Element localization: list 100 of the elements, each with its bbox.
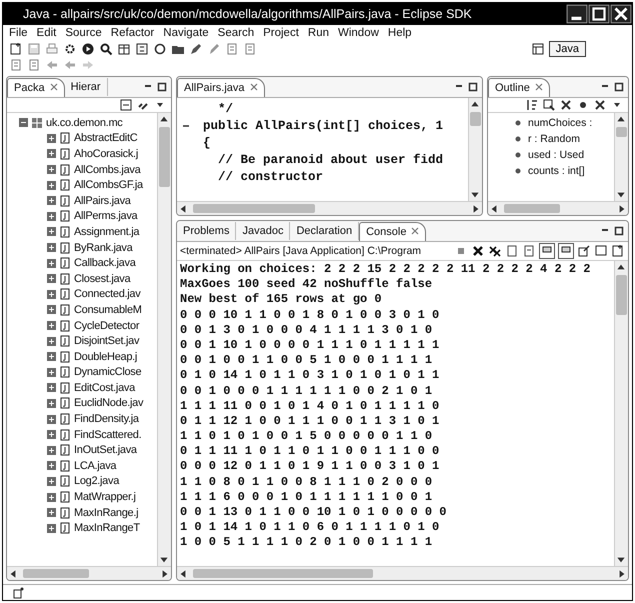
maximize-icon[interactable] [468,82,478,92]
hide-nonpublic-icon[interactable] [593,98,607,112]
fast-view-icon[interactable] [11,586,25,600]
minus-box-icon[interactable] [19,118,28,128]
plus-box-icon[interactable] [47,492,56,502]
tree-item[interactable]: ConsumableM [7,302,157,318]
tree-item[interactable]: MaxInRangeT [7,520,157,536]
panel-tab[interactable]: AllPairs.java [177,78,265,96]
hide-fields-icon[interactable] [559,98,573,112]
scroll-thumb[interactable] [616,275,627,315]
plus-box-icon[interactable] [47,305,56,314]
scroll-thumb[interactable] [504,204,560,213]
tree-item[interactable]: uk.co.demon.mc [7,115,157,131]
outline-item[interactable]: used : Used [528,149,584,161]
plus-box-icon[interactable] [47,227,56,236]
search-icon[interactable] [99,42,113,56]
tree-item[interactable]: AllPairs.java [7,192,157,209]
tree-item[interactable]: AllPerms.java [7,208,157,224]
menu-item[interactable]: Refactor [110,27,154,39]
panel-tab[interactable]: Javadoc [236,222,290,240]
maximize-icon[interactable] [588,4,610,24]
plus-box-icon[interactable] [47,321,56,330]
collapse-all-icon[interactable] [119,98,133,112]
play-icon[interactable] [81,42,95,56]
menu-item[interactable]: Window [338,27,379,39]
menu-item[interactable]: Help [388,27,412,39]
tree-item[interactable]: LCA.java [7,458,157,474]
remove-all-icon[interactable] [488,244,502,258]
menu-item[interactable]: Source [65,27,102,39]
plus-box-icon[interactable] [47,508,56,518]
sort-icon[interactable] [525,98,539,112]
open-perspective-icon[interactable] [530,42,545,56]
menu-item[interactable]: File [9,27,28,39]
tree-item[interactable]: EuclidNode.jav [7,396,157,412]
plus-box-icon[interactable] [47,476,56,486]
plus-box-icon[interactable] [47,258,56,268]
tree-item[interactable]: CycleDetector [7,318,157,334]
pin-icon[interactable] [539,243,555,259]
plus-box-icon[interactable] [47,180,56,190]
plus-box-icon[interactable] [47,398,56,408]
plus-box-icon[interactable] [47,430,56,440]
panel-tab[interactable]: Outline [488,78,550,96]
plus-box-icon[interactable] [47,414,56,424]
tree-item[interactable]: Assignment.ja [7,224,157,240]
plus-box-icon[interactable] [47,243,56,252]
tree-item[interactable]: AllCombsGF.ja [7,177,157,193]
plus-box-icon[interactable] [47,461,56,470]
tree-item[interactable]: ByRank.java [7,240,157,256]
pencil-icon[interactable] [189,42,203,56]
page-icon[interactable] [505,244,519,258]
filter-icon[interactable] [542,98,556,112]
tree-item[interactable]: AbstractEditC [7,130,157,146]
plus-box-icon[interactable] [47,336,56,346]
tree-item[interactable]: Callback.java [7,255,157,271]
plus-box-icon[interactable] [47,274,56,284]
panel-tab[interactable]: Console [359,222,426,240]
remove-icon[interactable] [471,244,485,258]
plus-box-icon[interactable] [47,446,56,455]
page-icon[interactable] [522,244,536,258]
tree-item[interactable]: DynamicClose [7,364,157,380]
tree-item[interactable]: EditCost.java [7,380,157,396]
plus-box-icon[interactable] [47,196,56,206]
scroll-thumb[interactable] [23,569,89,578]
plus-box-icon[interactable] [47,524,56,533]
panel-tab[interactable]: Hierar [64,78,108,96]
tree-item[interactable]: Closest.java [7,270,157,287]
pin-icon[interactable] [558,243,574,259]
plus-box-icon[interactable] [47,149,56,158]
open-console-icon[interactable] [577,244,591,258]
new-file-icon[interactable] [611,244,625,258]
page-icon[interactable] [225,42,239,56]
maximize-icon[interactable] [614,226,624,236]
tree-item[interactable]: FindScattered. [7,426,157,442]
new-file-icon[interactable] [9,42,23,56]
panel-tab[interactable]: Packa [7,78,65,96]
panel-tab[interactable]: Problems [177,222,236,240]
outline-item[interactable]: counts : int[] [528,165,585,177]
menu-item[interactable]: Run [308,27,329,39]
plus-box-icon[interactable] [47,134,56,143]
scroll-thumb[interactable] [193,204,315,213]
menu-item[interactable]: Navigate [163,27,209,39]
perspective-button[interactable]: Java [548,41,586,57]
tree-item[interactable]: AhoCorasick.j [7,146,157,162]
tree-item[interactable]: FindDensity.ja [7,411,157,427]
tree-item[interactable]: InOutSet.java [7,442,157,458]
plus-box-icon[interactable] [47,212,56,221]
maximize-icon[interactable] [157,82,167,92]
maximize-icon[interactable] [614,82,624,92]
menu-item[interactable]: Project [263,27,299,39]
circle-icon[interactable] [153,42,167,56]
menu-item[interactable]: Edit [36,27,56,39]
plus-box-icon[interactable] [47,383,56,392]
scroll-thumb[interactable] [470,112,481,126]
page-icon[interactable] [243,42,257,56]
display-icon[interactable] [594,244,608,258]
tree-item[interactable]: Log2.java [7,474,157,490]
plus-box-icon[interactable] [47,290,56,299]
tree-item[interactable]: AllCombs.java [7,162,157,178]
scroll-thumb[interactable] [159,127,170,187]
tree-item[interactable]: DisjointSet.jav [7,333,157,349]
